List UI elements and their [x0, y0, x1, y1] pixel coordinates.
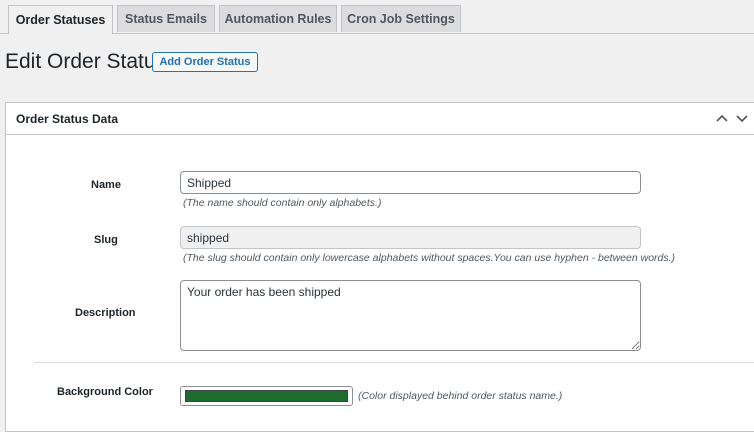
description-textarea[interactable]: Your order has been shipped — [180, 280, 641, 351]
background-color-picker[interactable] — [180, 386, 353, 406]
settings-tabs: Order Statuses Status Emails Automation … — [0, 0, 754, 34]
tab-order-statuses[interactable]: Order Statuses — [8, 5, 113, 34]
name-label: Name — [91, 179, 121, 191]
section-divider — [34, 362, 754, 363]
chevron-down-icon[interactable] — [735, 113, 749, 123]
color-swatch — [185, 390, 348, 402]
background-color-hint: (Color displayed behind order status nam… — [358, 390, 563, 402]
background-color-label: Background Color — [57, 386, 153, 398]
panel-header: Order Status Data — [6, 103, 754, 135]
slug-label: Slug — [94, 234, 118, 246]
slug-input[interactable] — [180, 226, 641, 249]
tab-status-emails[interactable]: Status Emails — [117, 5, 215, 32]
description-label: Description — [75, 307, 136, 319]
chevron-up-icon[interactable] — [715, 113, 729, 123]
tab-cron-job-settings[interactable]: Cron Job Settings — [341, 5, 461, 32]
tab-automation-rules[interactable]: Automation Rules — [219, 5, 337, 32]
name-hint: (The name should contain only alphabets.… — [183, 197, 382, 209]
panel-title: Order Status Data — [16, 112, 119, 126]
order-status-data-panel: Order Status Data — [5, 102, 754, 432]
page-title: Edit Order Status — [5, 50, 167, 73]
add-order-status-button[interactable]: Add Order Status — [152, 52, 258, 72]
slug-hint: (The slug should contain only lowercase … — [183, 252, 676, 264]
name-input[interactable] — [180, 171, 641, 194]
